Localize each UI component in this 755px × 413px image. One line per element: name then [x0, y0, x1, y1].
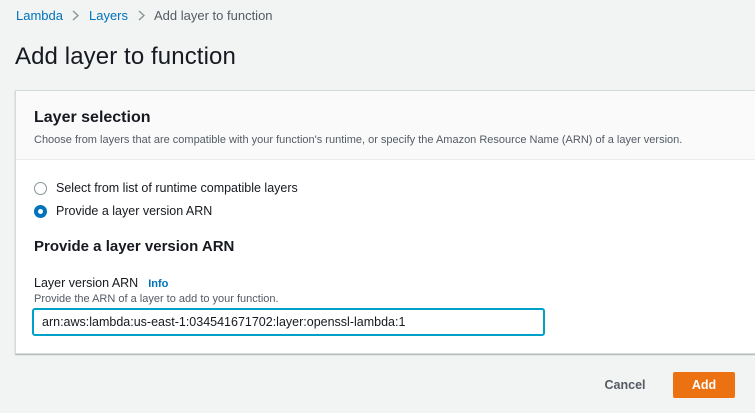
breadcrumb: Lambda Layers Add layer to function — [16, 7, 273, 23]
breadcrumb-current: Add layer to function — [154, 7, 273, 23]
page: Lambda Layers Add layer to function Add … — [0, 0, 755, 413]
radio-button-unchecked[interactable] — [34, 181, 47, 195]
arn-field-label-row: Layer version ARN Info — [34, 276, 755, 290]
radio-option-provide-arn[interactable]: Provide a layer version ARN — [34, 203, 755, 219]
panel-description: Choose from layers that are compatible w… — [34, 134, 683, 146]
chevron-right-icon — [128, 9, 154, 21]
radio-label: Select from list of runtime compatible l… — [56, 181, 298, 195]
panel-body: Select from list of runtime compatible l… — [16, 160, 755, 335]
arn-section-title: Provide a layer version ARN — [34, 238, 235, 255]
radio-label: Provide a layer version ARN — [56, 204, 213, 218]
radio-button-checked[interactable] — [34, 204, 47, 218]
breadcrumb-lambda[interactable]: Lambda — [16, 8, 63, 23]
layer-selection-panel: Layer selection Choose from layers that … — [15, 90, 755, 354]
radio-option-compatible-layers[interactable]: Select from list of runtime compatible l… — [34, 180, 755, 196]
arn-field-label: Layer version ARN — [34, 276, 139, 290]
layer-arn-input[interactable] — [33, 309, 544, 335]
info-link[interactable]: Info — [148, 278, 168, 290]
panel-header: Layer selection Choose from layers that … — [16, 91, 755, 160]
panel-title: Layer selection — [34, 109, 151, 126]
arn-field-description: Provide the ARN of a layer to add to you… — [34, 293, 279, 305]
breadcrumb-layers[interactable]: Layers — [89, 8, 128, 23]
page-title: Add layer to function — [15, 43, 236, 70]
chevron-right-icon — [63, 9, 89, 21]
cancel-button[interactable]: Cancel — [590, 372, 660, 398]
add-button[interactable]: Add — [673, 372, 735, 398]
